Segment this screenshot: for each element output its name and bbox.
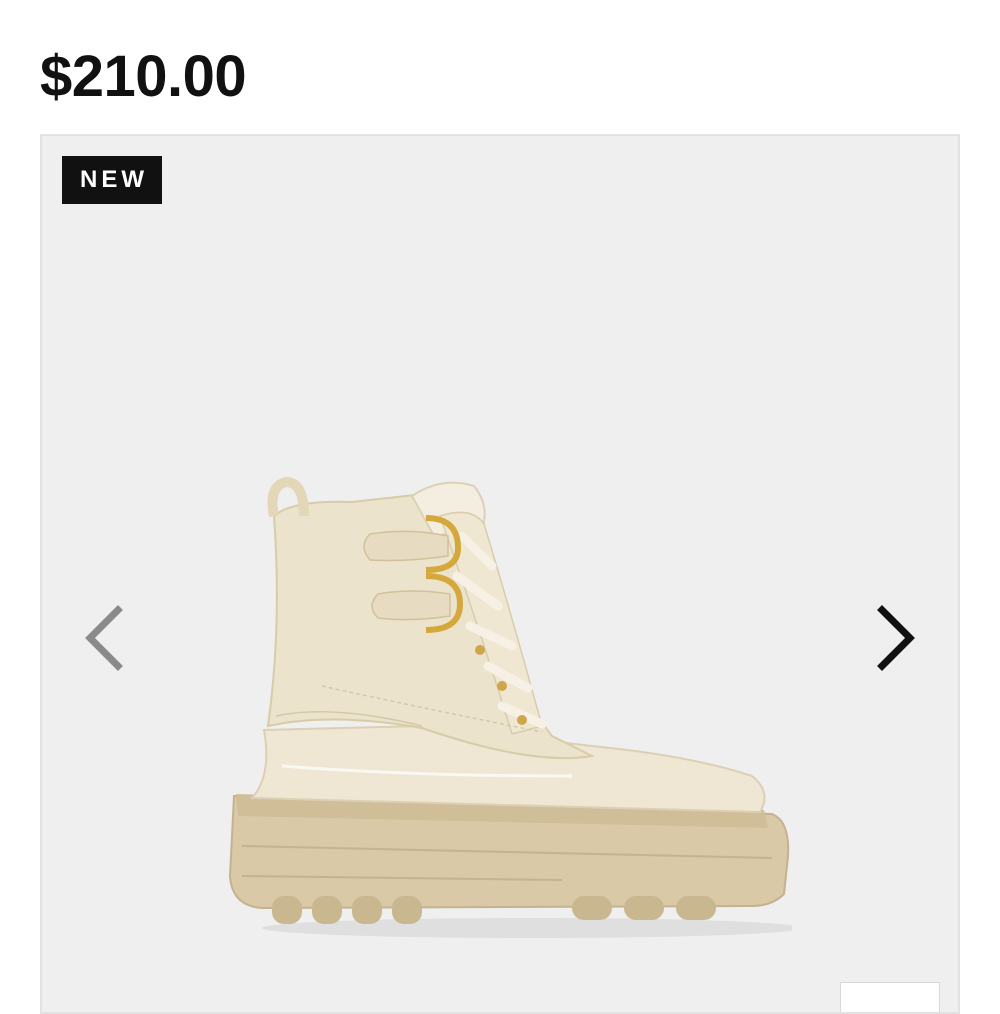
chevron-left-icon (85, 605, 123, 671)
previous-image-button[interactable] (78, 598, 138, 678)
chevron-right-icon (877, 605, 915, 671)
boot-product-image (228, 476, 792, 938)
product-image-gallery[interactable]: NEW (40, 134, 960, 1014)
next-image-button[interactable] (862, 598, 922, 678)
new-badge: NEW (62, 156, 162, 204)
image-thumbnail[interactable] (840, 982, 940, 1012)
product-price: $210.00 (40, 44, 247, 109)
